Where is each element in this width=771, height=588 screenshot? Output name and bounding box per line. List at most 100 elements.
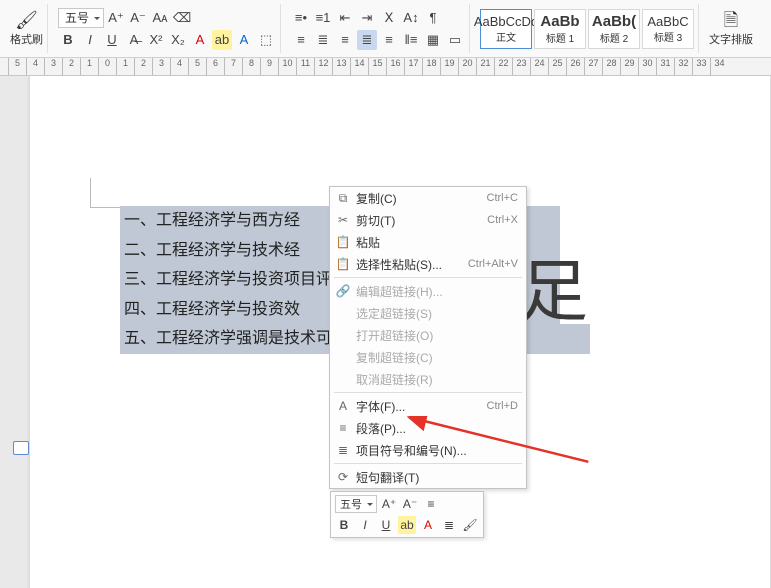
text-layout-button[interactable]: 🗎 文字排版: [709, 11, 753, 47]
style-item-0[interactable]: AaBbCcDd正文: [480, 9, 532, 49]
ruler-tick: 29: [620, 58, 638, 75]
ctx-item[interactable]: ⟳短句翻译(T): [330, 466, 526, 488]
ruler-tick: 2: [134, 58, 152, 75]
ctx-item-label: 剪切(T): [356, 212, 395, 229]
ruler-tick: 24: [530, 58, 548, 75]
line-spacing-button[interactable]: ‖≡: [401, 30, 421, 50]
ruler-tick: 10: [278, 58, 296, 75]
style-item-3[interactable]: AaBbC标题 3: [642, 9, 694, 49]
shrink-font-button[interactable]: A⁻: [128, 8, 148, 28]
ctx-item-label: 打开超链接(O): [356, 327, 433, 344]
numbering-button[interactable]: ≡1: [313, 8, 333, 28]
ctx-item[interactable]: ⧉复制(C)Ctrl+C: [330, 187, 526, 209]
font-color2-button[interactable]: A: [234, 30, 254, 50]
superscript-button[interactable]: X²: [146, 30, 166, 50]
ruler-tick: 8: [242, 58, 260, 75]
mini-line-spacing-button[interactable]: ≡: [422, 495, 440, 513]
ruler-tick: 3: [44, 58, 62, 75]
paint-brush-icon: 🖌: [15, 11, 38, 29]
ruler-tick: 20: [458, 58, 476, 75]
ctx-item[interactable]: ✂剪切(T)Ctrl+X: [330, 209, 526, 231]
sort-button[interactable]: Ⅹ: [379, 8, 399, 28]
mini-bold-button[interactable]: B: [335, 516, 353, 534]
ruler-tick: 15: [368, 58, 386, 75]
ctx-item[interactable]: 📋选择性粘贴(S)...Ctrl+Alt+V: [330, 253, 526, 275]
ruler-tick: 25: [548, 58, 566, 75]
align-justify-button[interactable]: ≣: [357, 30, 377, 50]
subscript-button[interactable]: X₂: [168, 30, 188, 50]
ruler-tick: 21: [476, 58, 494, 75]
char-border-button[interactable]: ⬚: [256, 30, 276, 50]
align-left-button[interactable]: ≡: [291, 30, 311, 50]
mini-format-painter-button[interactable]: 🖌: [461, 516, 479, 534]
ctx-item-shortcut: Ctrl+D: [487, 400, 518, 412]
mini-italic-button[interactable]: I: [356, 516, 374, 534]
align-center-button[interactable]: ≣: [313, 30, 333, 50]
change-case-button[interactable]: Aᴀ: [150, 8, 170, 28]
ruler-tick: 17: [404, 58, 422, 75]
align-right-button[interactable]: ≡: [335, 30, 355, 50]
format-painter-button[interactable]: 🖌 格式刷: [10, 11, 43, 47]
indent-inc-button[interactable]: ⇥: [357, 8, 377, 28]
ctx-item[interactable]: ≣项目符号和编号(N)...: [330, 439, 526, 461]
ctx-item-icon: ≣: [336, 443, 350, 457]
indent-dec-button[interactable]: ⇤: [335, 8, 355, 28]
ctx-separator: [334, 463, 522, 464]
ctx-item-label: 复制超链接(C): [356, 349, 433, 366]
group-layout: 🗎 文字排版: [705, 4, 757, 53]
ctx-item-icon: [336, 372, 350, 386]
ruler-tick: 26: [566, 58, 584, 75]
ctx-item[interactable]: A 字体(F)... Ctrl+D: [330, 395, 526, 417]
mini-font-color-button[interactable]: A: [419, 516, 437, 534]
ctx-item-icon: ⧉: [336, 191, 350, 205]
style-item-1[interactable]: AaBb标题 1: [534, 9, 586, 49]
mini-font-size-select[interactable]: 五号: [335, 495, 377, 513]
ctx-item-icon: A: [336, 399, 350, 413]
italic-button[interactable]: I: [80, 30, 100, 50]
outline-button[interactable]: A↕: [401, 8, 421, 28]
ctx-item-label: 字体(F)...: [356, 398, 405, 415]
ctx-item-icon: 📋: [336, 257, 350, 271]
align-distribute-button[interactable]: ≡: [379, 30, 399, 50]
underline-button[interactable]: U: [102, 30, 122, 50]
grow-font-button[interactable]: A⁺: [106, 8, 126, 28]
shading-button[interactable]: ▦: [423, 30, 443, 50]
font-size-select[interactable]: 五号: [58, 8, 104, 28]
ctx-item-icon: [336, 350, 350, 364]
font-color-button[interactable]: A: [190, 30, 210, 50]
ruler-tick: 13: [332, 58, 350, 75]
ribbon-toolbar: 🖌 格式刷 五号 A⁺ A⁻ Aᴀ ⌫ B I U A̶ X² X₂ A: [0, 0, 771, 58]
strike-button[interactable]: A̶: [124, 30, 144, 50]
mini-align-button[interactable]: ≣: [440, 516, 458, 534]
ctx-item[interactable]: 📋粘贴: [330, 231, 526, 253]
highlight-button[interactable]: ab: [212, 30, 232, 50]
ruler-tick: 33: [692, 58, 710, 75]
group-clipboard: 🖌 格式刷: [6, 4, 48, 53]
mini-underline-button[interactable]: U: [377, 516, 395, 534]
ruler-tick: 27: [584, 58, 602, 75]
mini-grow-font-button[interactable]: A⁺: [380, 495, 398, 513]
style-preview: AaBb: [540, 13, 579, 30]
clear-format-button[interactable]: ⌫: [172, 8, 192, 28]
group-paragraph: ≡• ≡1 ⇤ ⇥ Ⅹ A↕ ¶ ≡ ≣ ≡ ≣ ≡ ‖≡ ▦ ▭: [287, 4, 470, 53]
mini-shrink-font-button[interactable]: A⁻: [401, 495, 419, 513]
mini-format-toolbar: 五号 A⁺ A⁻ ≡ B I U ab A ≣ 🖌: [330, 491, 484, 538]
ctx-item: 复制超链接(C): [330, 346, 526, 368]
bullets-button[interactable]: ≡•: [291, 8, 311, 28]
border-button[interactable]: ▭: [445, 30, 465, 50]
style-item-2[interactable]: AaBb(标题 2: [588, 9, 640, 49]
ruler-tick: 14: [350, 58, 368, 75]
para-marks-button[interactable]: ¶: [423, 8, 443, 28]
ruler-tick: 34: [710, 58, 728, 75]
style-preview: AaBbCcDd: [474, 14, 538, 29]
style-preview: AaBbC: [647, 14, 688, 29]
comment-indicator-icon[interactable]: [13, 441, 29, 455]
style-preview: AaBb(: [592, 13, 636, 30]
ctx-item[interactable]: ≡段落(P)...: [330, 417, 526, 439]
ruler-tick: 22: [494, 58, 512, 75]
bold-button[interactable]: B: [58, 30, 78, 50]
format-painter-label: 格式刷: [10, 31, 43, 47]
mini-highlight-button[interactable]: ab: [398, 516, 416, 534]
ruler-tick: 4: [26, 58, 44, 75]
horizontal-ruler[interactable]: 5432101234567891011121314151617181920212…: [0, 58, 771, 76]
